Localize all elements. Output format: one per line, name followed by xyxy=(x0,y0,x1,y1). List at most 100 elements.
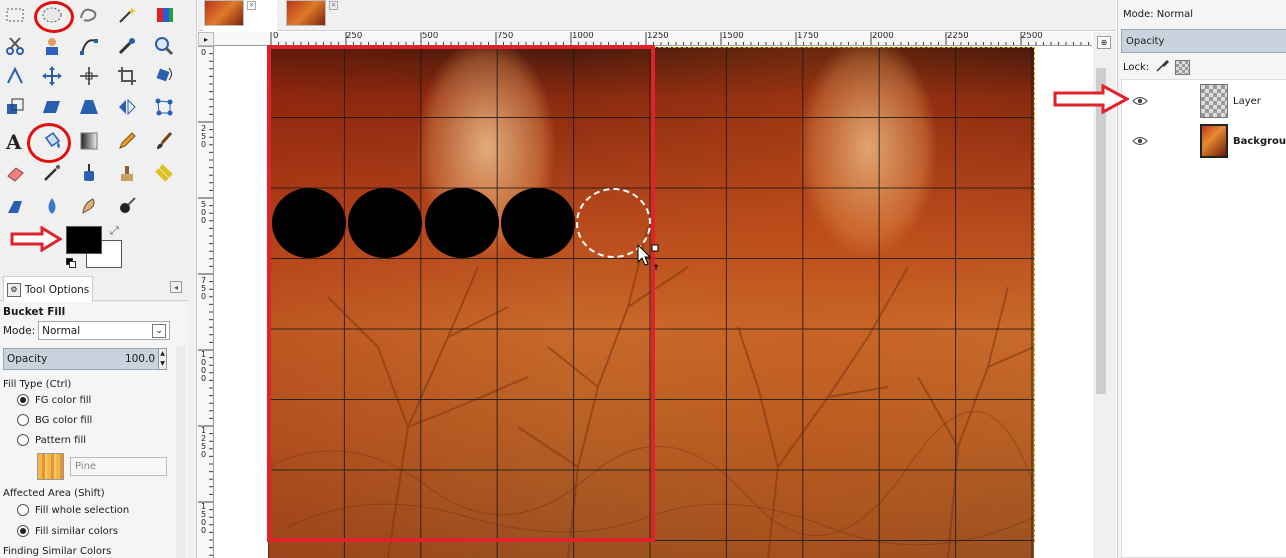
radio-button[interactable] xyxy=(17,394,29,406)
paintbrush-icon[interactable] xyxy=(149,126,179,156)
horizontal-ruler: 0 250 500 750 1000 1250 1500 1750 2000 2250 2500 xyxy=(214,32,1092,46)
radio-fill-similar-colors[interactable]: Fill similar colors xyxy=(17,525,118,537)
radio-button[interactable] xyxy=(17,525,29,537)
layer-mode-label[interactable]: Mode: Normal xyxy=(1123,9,1193,20)
navigate-icon[interactable]: ⊕ xyxy=(1097,36,1111,49)
grid-overlay xyxy=(268,47,1034,558)
color-picker-icon[interactable] xyxy=(112,31,142,61)
pencil-icon[interactable] xyxy=(112,126,142,156)
opacity-slider[interactable]: Opacity 100.0 xyxy=(3,348,159,370)
radio-fg-color-fill[interactable]: FG color fill xyxy=(17,394,91,406)
flip-icon[interactable] xyxy=(112,92,142,122)
paths-icon[interactable] xyxy=(74,31,104,61)
select-by-color-icon[interactable] xyxy=(149,0,179,30)
text-icon[interactable]: A xyxy=(0,126,30,156)
layers-panel: Mode: Normal Opacity Lock: Layer Backgro… xyxy=(1117,0,1286,558)
tool-options-body: Bucket Fill Mode: Normal ⌄ Opacity 100.0… xyxy=(0,302,188,558)
image-canvas[interactable] xyxy=(268,47,1034,558)
default-colors-icon[interactable] xyxy=(66,258,76,268)
radio-button[interactable] xyxy=(17,414,29,426)
free-select-icon[interactable] xyxy=(74,0,104,30)
foreground-color-swatch[interactable] xyxy=(66,226,102,254)
airbrush-icon[interactable] xyxy=(37,158,67,188)
tool-options-tab-icon: ⚙ xyxy=(7,282,21,297)
radio-button[interactable] xyxy=(17,504,29,516)
perspective-clone-icon[interactable] xyxy=(0,191,30,221)
eye-icon[interactable] xyxy=(1131,92,1149,110)
opacity-spinner[interactable]: ▲ ▼ xyxy=(158,348,167,370)
dodge-burn-icon[interactable] xyxy=(112,191,142,221)
ruler-corner-menu-icon[interactable]: ▸ xyxy=(198,32,214,46)
layer-arrow-annotation xyxy=(1053,83,1131,117)
layer-row-layer[interactable]: Layer xyxy=(1122,80,1286,122)
blur-icon[interactable] xyxy=(37,191,67,221)
bucket-fill-icon[interactable] xyxy=(37,126,67,156)
lock-alpha-icon[interactable] xyxy=(1175,60,1191,75)
radio-fill-whole-selection[interactable]: Fill whole selection xyxy=(17,504,129,516)
pattern-swatch[interactable] xyxy=(37,453,64,480)
mode-select[interactable]: Normal ⌄ xyxy=(38,321,171,340)
tab-tool-options[interactable]: ⚙ Tool Options xyxy=(3,276,93,302)
fg-bg-color-selector[interactable]: ⤢ xyxy=(66,224,122,270)
rect-select-icon[interactable] xyxy=(0,0,30,30)
canvas-area[interactable] xyxy=(215,47,1093,558)
layer-thumbnail xyxy=(1200,84,1228,118)
rotate-icon[interactable] xyxy=(149,61,179,91)
layer-name[interactable]: Background xyxy=(1233,136,1286,147)
radio-label: BG color fill xyxy=(35,414,93,426)
perspective-icon[interactable] xyxy=(74,92,104,122)
panel-menu-icon[interactable]: ◂ xyxy=(170,281,182,293)
lock-row: Lock: xyxy=(1123,59,1191,76)
layer-name[interactable]: Layer xyxy=(1233,96,1261,107)
cage-transform-icon[interactable] xyxy=(149,92,179,122)
move-icon[interactable] xyxy=(37,61,67,91)
blend-icon[interactable] xyxy=(74,126,104,156)
close-icon[interactable]: × xyxy=(329,1,338,10)
pattern-name-field[interactable]: Pine xyxy=(70,457,167,476)
layer-row-background[interactable]: Background xyxy=(1122,120,1286,162)
layer-opacity-slider[interactable]: Opacity xyxy=(1121,29,1286,53)
opacity-label: Opacity xyxy=(7,353,48,365)
filled-circle xyxy=(424,188,499,258)
radio-button[interactable] xyxy=(17,434,29,446)
shear-icon[interactable] xyxy=(37,92,67,122)
tool-options-tab-label: Tool Options xyxy=(25,283,90,296)
scale-icon[interactable] xyxy=(0,92,30,122)
tool-options-scrollbar[interactable] xyxy=(176,346,186,558)
eye-icon[interactable] xyxy=(1131,132,1149,150)
lock-pixels-icon[interactable] xyxy=(1155,59,1170,76)
clone-icon[interactable] xyxy=(112,158,142,188)
radio-label: Fill similar colors xyxy=(35,525,119,537)
align-icon[interactable] xyxy=(74,61,104,91)
fg-color-arrow-annotation xyxy=(10,226,62,252)
mode-row: Mode: Normal ⌄ xyxy=(3,321,171,340)
swap-colors-icon[interactable]: ⤢ xyxy=(110,224,119,238)
image-tab-1[interactable]: × xyxy=(203,0,277,31)
image-tab-2[interactable]: × xyxy=(286,0,338,31)
ink-icon[interactable] xyxy=(74,158,104,188)
smudge-icon[interactable] xyxy=(74,191,104,221)
svg-text:A: A xyxy=(5,130,22,152)
heal-icon[interactable] xyxy=(149,158,179,188)
close-icon[interactable]: × xyxy=(247,1,256,10)
radio-bg-color-fill[interactable]: BG color fill xyxy=(17,414,92,426)
crop-icon[interactable] xyxy=(112,61,142,91)
affected-area-label: Affected Area (Shift) xyxy=(3,488,105,499)
zoom-icon[interactable] xyxy=(149,31,179,61)
radio-pattern-fill[interactable]: Pattern fill xyxy=(17,434,86,446)
foreground-select-icon[interactable] xyxy=(37,31,67,61)
scissors-select-icon[interactable] xyxy=(0,31,30,61)
eraser-icon[interactable] xyxy=(0,158,30,188)
measure-icon[interactable] xyxy=(0,61,30,91)
layer-opacity-label: Opacity xyxy=(1126,35,1165,47)
image-tabs-bar: × × xyxy=(198,0,1116,31)
radio-label: FG color fill xyxy=(35,394,92,406)
ellipse-select-icon[interactable] xyxy=(37,0,67,30)
tool-options-title: Bucket Fill xyxy=(3,306,66,318)
tool-options-tabbar: ⚙ Tool Options ◂ xyxy=(0,275,188,302)
mouse-pointer-icon xyxy=(637,243,659,277)
fill-type-label: Fill Type (Ctrl) xyxy=(3,379,72,390)
fuzzy-select-icon[interactable] xyxy=(112,0,142,30)
radio-label: Fill whole selection xyxy=(35,504,130,516)
chevron-down-icon: ⌄ xyxy=(152,323,167,338)
